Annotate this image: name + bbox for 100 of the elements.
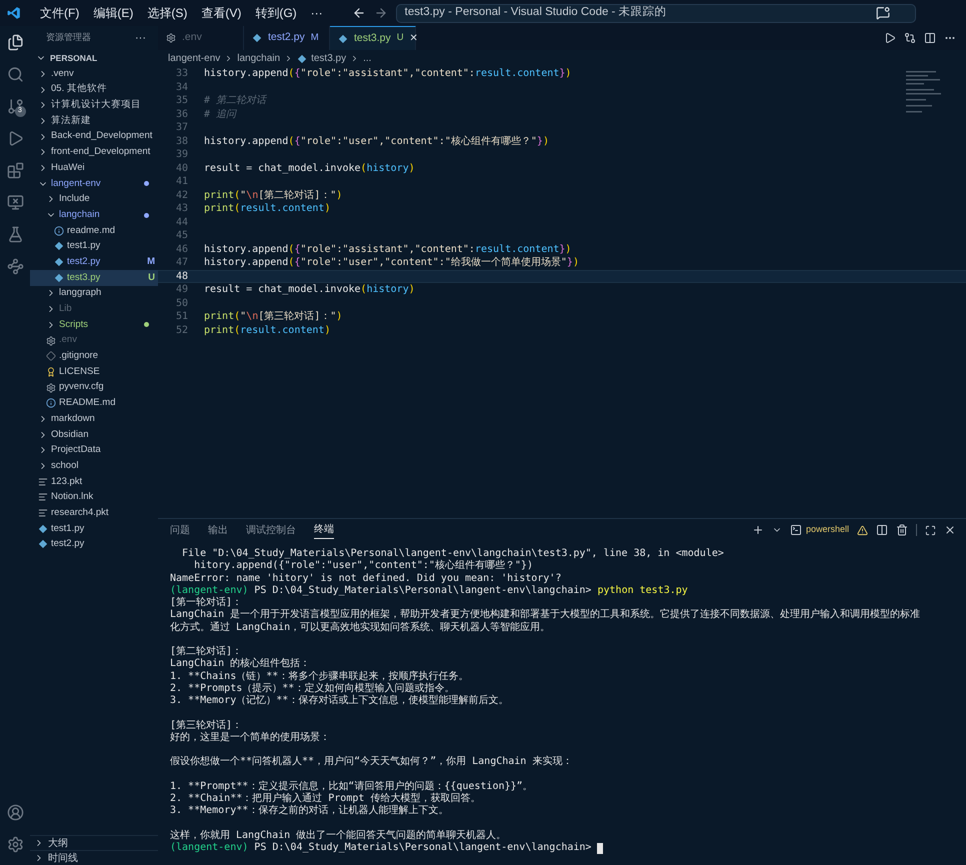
breadcrumb[interactable]: ...: [363, 51, 372, 66]
editor-tab[interactable]: test3.py U ✕: [330, 26, 416, 50]
line-number: 34: [174, 80, 188, 94]
tree-item[interactable]: pyvenv.cfg: [30, 380, 158, 396]
tree-item[interactable]: 123.pkt: [30, 474, 158, 490]
source-control-icon[interactable]: [6, 98, 24, 115]
tree-item[interactable]: readme.md: [30, 222, 158, 239]
more-actions-button[interactable]: ···: [135, 30, 146, 46]
tree-item[interactable]: Include: [30, 192, 158, 208]
line-number: 38: [174, 134, 188, 148]
close-icon[interactable]: [944, 524, 956, 536]
menu-item[interactable]: 文件(F): [33, 4, 86, 22]
text-file-icon: [38, 476, 48, 487]
tree-item[interactable]: Obsidian: [30, 426, 158, 442]
tree-item[interactable]: Notion.lnk: [30, 490, 158, 506]
code-line: history.append({"role":"user","content":"给我做一个简单使用场景"}): [204, 256, 579, 270]
menu-item[interactable]: 选择(S): [140, 4, 194, 22]
git-status-letter: U: [396, 31, 404, 46]
panel-tab[interactable]: 调试控制台: [246, 522, 296, 538]
code-line: print("\n[第三轮对话]："): [204, 310, 342, 324]
code-line: # 第二轮对话: [204, 94, 266, 108]
tree-item[interactable]: 算法新建: [30, 113, 158, 129]
compare-icon[interactable]: [904, 32, 916, 44]
sidebar-title: 资源管理器: [46, 31, 91, 44]
tree-item[interactable]: langchain: [30, 207, 158, 223]
tree-item[interactable]: langent-env: [30, 176, 158, 192]
tree-item[interactable]: front-end_Development: [30, 144, 158, 160]
code-line: print("\n[第二轮对话]："): [204, 188, 342, 202]
tree-item[interactable]: 计算机设计大赛项目: [30, 97, 158, 114]
python-file-icon: [252, 33, 262, 43]
python-file-icon: [338, 34, 348, 44]
breadcrumb[interactable]: langchain: [237, 51, 280, 66]
tree-item[interactable]: markdown: [30, 411, 158, 427]
line-number: 41: [174, 175, 188, 188]
terminal-line: 3. **Memory**：保存之前的对话，让机器人能理解上下文。: [170, 805, 448, 818]
terminal-line: [第三轮对话]：: [170, 720, 242, 732]
settings-icon[interactable]: [6, 836, 24, 853]
line-number: 51: [174, 310, 188, 324]
tree-item[interactable]: .gitignore: [30, 348, 158, 364]
menu-item[interactable]: ···: [304, 4, 330, 22]
workspace-title[interactable]: PERSONAL: [50, 52, 98, 64]
line-number: 39: [174, 148, 188, 162]
terminal-line: [第二轮对话]：: [170, 646, 242, 658]
tree-item[interactable]: test1.py: [30, 520, 158, 537]
code-line: print(result.content): [204, 324, 330, 337]
terminal-line: 2. **Chain**：把用户输入通过 Prompt 传给大模型，获取回答。: [170, 793, 480, 804]
close-tab-button[interactable]: ✕: [410, 31, 418, 46]
extensions-icon[interactable]: [6, 162, 24, 179]
terminal-line: (langent-env) PS D:\04_Study_Materials\Personal\langent-env\langchain> python test3.py: [170, 584, 688, 596]
shell-name[interactable]: powershell: [806, 523, 849, 537]
tree-item[interactable]: HuaWei: [30, 160, 158, 176]
code-line: history.append({"role":"user","content":"核心组件有哪些？"}): [204, 134, 549, 148]
breadcrumb[interactable]: langent-env: [168, 51, 220, 66]
terminal-icon: [790, 524, 802, 536]
tree-item[interactable]: test1.py: [30, 238, 158, 254]
maximize-icon[interactable]: [925, 524, 936, 536]
tree-item[interactable]: school: [30, 458, 158, 474]
menu-item[interactable]: 转到(G): [248, 4, 304, 22]
menu-item[interactable]: 编辑(E): [86, 4, 140, 22]
tree-item[interactable]: test2.py: [30, 536, 158, 552]
text-file-icon: [38, 508, 48, 518]
run-icon[interactable]: [884, 32, 896, 44]
account-icon[interactable]: [6, 804, 24, 821]
files-icon[interactable]: [6, 34, 24, 51]
tree-item[interactable]: research4.pkt: [30, 505, 158, 521]
new-terminal-icon[interactable]: [752, 524, 764, 536]
python-file-icon: [297, 54, 308, 64]
gear-icon: [46, 382, 56, 393]
breadcrumb[interactable]: test3.py: [311, 51, 346, 66]
tree-item[interactable]: Scripts: [30, 317, 158, 333]
tree-item[interactable]: test2.py M: [30, 254, 158, 270]
code-line: result = chat_model.invoke(history): [204, 162, 415, 175]
search-icon[interactable]: [6, 66, 24, 83]
tree-item[interactable]: LICENSE: [30, 364, 158, 380]
tree-item[interactable]: ProjectData: [30, 442, 158, 458]
panel-tab[interactable]: 问题: [170, 522, 190, 538]
tree-item[interactable]: .venv: [30, 66, 158, 82]
line-number: 45: [174, 229, 188, 242]
menu-item[interactable]: 查看(V): [194, 4, 248, 22]
chat-icon[interactable]: [876, 6, 890, 20]
code-line: # 追问: [204, 108, 236, 121]
panel-tab[interactable]: 终端: [314, 521, 334, 539]
tree-item[interactable]: langgraph: [30, 286, 158, 302]
flask-icon[interactable]: [6, 226, 24, 243]
python-file-icon: [54, 272, 64, 283]
line-number: 48: [174, 270, 188, 283]
trash-icon[interactable]: [896, 524, 908, 536]
tree-item[interactable]: Back-end_Development: [30, 128, 158, 144]
panel-tab[interactable]: 输出: [208, 522, 228, 538]
line-number: 43: [174, 202, 188, 216]
python-file-icon: [54, 241, 64, 252]
command-center[interactable]: test3.py - Personal - Visual Studio Code - 未跟踪的: [396, 4, 916, 22]
split-editor-icon[interactable]: [924, 32, 936, 44]
monitor-icon[interactable]: [6, 194, 24, 211]
tree-item[interactable]: README.md: [30, 395, 158, 412]
tree-item[interactable]: 05. 其他软件: [30, 82, 158, 98]
line-number: 44: [174, 216, 188, 229]
nodes-icon[interactable]: [6, 258, 24, 275]
tree-item[interactable]: test3.py U: [30, 270, 158, 286]
split-terminal-icon[interactable]: [876, 524, 888, 536]
